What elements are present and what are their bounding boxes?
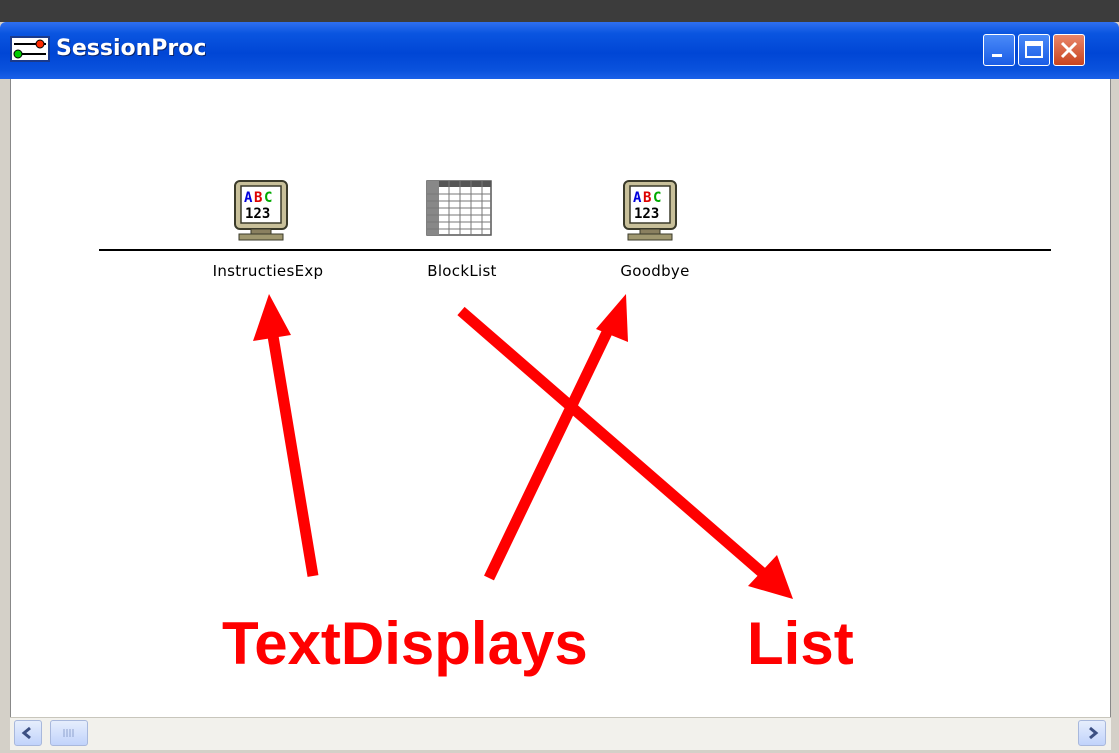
window-title: SessionProc (56, 36, 207, 61)
arrow-to-instructiesexp (253, 294, 319, 577)
procedure-canvas[interactable]: A B C 123 InstructiesExp BlockList A B C… (10, 79, 1111, 717)
chevron-right-icon (1089, 726, 1099, 740)
maximize-icon (1025, 41, 1043, 58)
annotation-textdisplays: TextDisplays (222, 610, 588, 677)
minimize-button[interactable] (983, 34, 1015, 66)
arrow-to-list (457, 306, 793, 599)
title-bar[interactable]: SessionProc (0, 22, 1119, 79)
grip-icon (63, 729, 74, 737)
horizontal-scrollbar[interactable] (10, 717, 1111, 750)
scroll-thumb[interactable] (50, 720, 88, 746)
annotation-list: List (747, 610, 854, 677)
close-button[interactable] (1053, 34, 1085, 66)
session-proc-window: SessionProc A B C 123 InstructiesExp Blo… (0, 22, 1119, 753)
scroll-left-button[interactable] (14, 720, 42, 746)
chevron-left-icon (21, 726, 31, 740)
close-icon (1060, 41, 1078, 59)
scroll-right-button[interactable] (1078, 720, 1106, 746)
minimize-icon (992, 54, 1002, 57)
procedure-icon (10, 36, 50, 62)
maximize-button[interactable] (1018, 34, 1050, 66)
